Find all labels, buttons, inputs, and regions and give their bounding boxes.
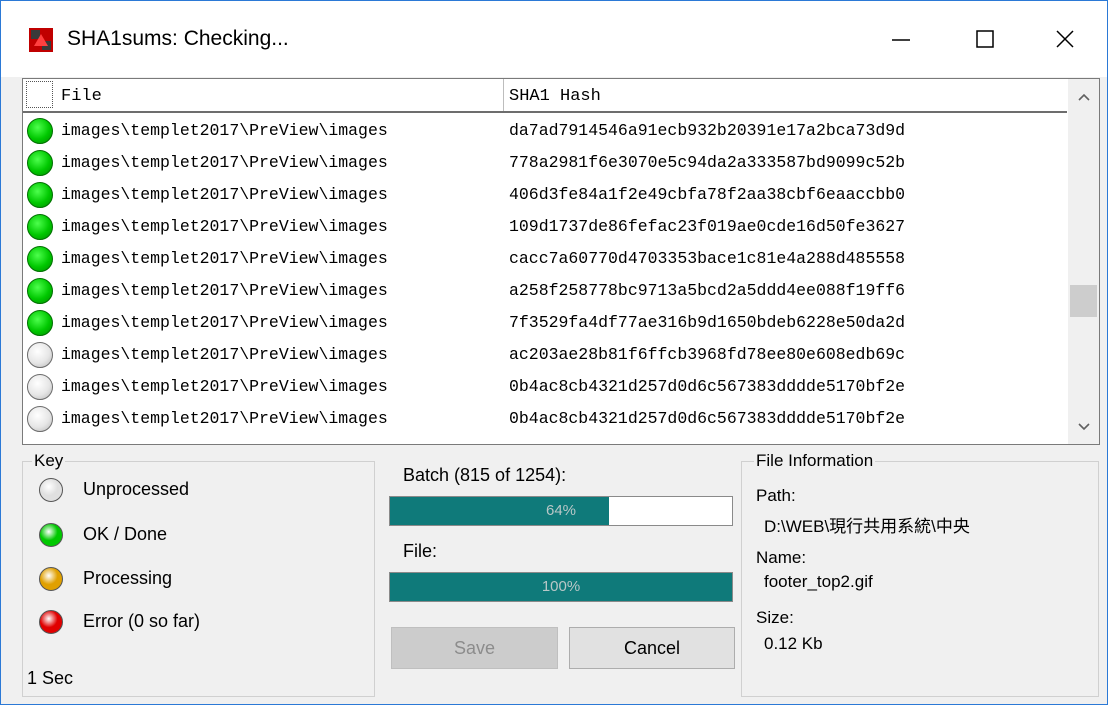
maximize-button[interactable] xyxy=(943,1,1027,77)
file-cell: images\templet2017\PreView\images xyxy=(61,249,388,268)
file-cell: images\templet2017\PreView\images xyxy=(61,217,388,236)
hash-cell: a258f258778bc9713a5bcd2a5ddd4ee088f19ff6 xyxy=(509,281,906,300)
key-label-ok: OK / Done xyxy=(83,524,168,544)
file-cell: images\templet2017\PreView\images xyxy=(61,185,388,204)
table-row[interactable]: images\templet2017\PreView\images 7f3529f… xyxy=(23,307,1067,339)
hash-cell: ac203ae28b81f6ffcb3968fd78ee80e608edb69c xyxy=(509,345,906,364)
file-information-group: File Information Path: D:\WEB\現行共用系統\中央 … xyxy=(741,451,1099,697)
window-title: SHA1sums: Checking... xyxy=(67,27,289,50)
file-cell: images\templet2017\PreView\images xyxy=(61,313,388,332)
cancel-button[interactable]: Cancel xyxy=(569,627,735,669)
close-button[interactable] xyxy=(1023,1,1107,77)
batch-label: Batch (815 of 1254): xyxy=(403,465,567,485)
title-bar[interactable]: SHA1sums: Checking... xyxy=(1,1,1107,77)
chevron-up-icon xyxy=(1077,93,1090,101)
list-header: File SHA1 Hash xyxy=(23,79,1067,113)
hash-cell: 0b4ac8cb4321d257d0d6c567383dddde5170bf2e xyxy=(509,409,906,428)
file-cell: images\templet2017\PreView\images xyxy=(61,121,388,140)
batch-progress-bar: 64% xyxy=(389,496,733,526)
circle-green-icon xyxy=(27,214,53,240)
name-value: footer_top2.gif xyxy=(764,572,873,591)
file-cell: images\templet2017\PreView\images xyxy=(61,153,388,172)
circle-green-icon xyxy=(27,310,53,336)
file-cell: images\templet2017\PreView\images xyxy=(61,281,388,300)
key-group-label: Key xyxy=(32,451,66,471)
progress-area: Batch (815 of 1254): 64% File: 100% Save… xyxy=(389,461,735,691)
elapsed-time: 1 Sec xyxy=(27,668,74,688)
circle-green-icon xyxy=(27,118,53,144)
circle-gray-icon xyxy=(27,342,53,368)
close-icon xyxy=(1056,30,1074,48)
file-cell: images\templet2017\PreView\images xyxy=(61,345,388,364)
app-icon xyxy=(29,28,53,52)
chevron-down-icon xyxy=(1077,423,1090,431)
table-row[interactable]: images\templet2017\PreView\images ac203ae… xyxy=(23,339,1067,371)
minimize-icon xyxy=(892,39,910,41)
circle-red-icon xyxy=(39,610,63,634)
hash-cell: 406d3fe84a1f2e49cbfa78f2aa38cbf6eaaccbb0 xyxy=(509,185,906,204)
circle-green-icon xyxy=(27,278,53,304)
hash-cell: 109d1737de86fefac23f019ae0cde16d50fe3627 xyxy=(509,217,906,236)
file-information-label: File Information xyxy=(754,451,876,471)
table-row[interactable]: images\templet2017\PreView\images 778a298… xyxy=(23,147,1067,179)
circle-green-icon xyxy=(27,182,53,208)
key-group: Key Unprocessed OK / Done Processing Err… xyxy=(22,451,375,697)
table-row[interactable]: images\templet2017\PreView\images 0b4ac8c… xyxy=(23,403,1067,435)
circle-green-icon xyxy=(27,150,53,176)
path-value: D:\WEB\現行共用系統\中央 xyxy=(764,517,970,536)
table-row[interactable]: images\templet2017\PreView\images 0b4ac8c… xyxy=(23,371,1067,403)
column-header-hash[interactable]: SHA1 Hash xyxy=(509,79,1059,111)
scroll-down-button[interactable] xyxy=(1068,415,1099,439)
file-progress-bar: 100% xyxy=(389,572,733,602)
path-label: Path: xyxy=(756,486,796,505)
select-all-checkbox[interactable] xyxy=(26,81,53,108)
minimize-button[interactable] xyxy=(859,1,943,77)
scroll-thumb[interactable] xyxy=(1070,285,1097,317)
batch-progress-text: 64% xyxy=(545,502,577,519)
circle-gray-icon xyxy=(27,406,53,432)
file-cell: images\templet2017\PreView\images xyxy=(61,409,388,428)
circle-orange-icon xyxy=(39,567,63,591)
sha1sums-window: SHA1sums: Checking... File SHA1 Hash ima… xyxy=(0,0,1108,705)
hash-cell: 7f3529fa4df77ae316b9d1650bdeb6228e50da2d xyxy=(509,313,906,332)
table-row[interactable]: images\templet2017\PreView\images da7ad79… xyxy=(23,115,1067,147)
list-rows: images\templet2017\PreView\images da7ad79… xyxy=(23,115,1067,435)
table-row[interactable]: images\templet2017\PreView\images 406d3fe… xyxy=(23,179,1067,211)
file-progress-label: File: xyxy=(403,541,438,561)
circle-gray-icon xyxy=(27,374,53,400)
table-row[interactable]: images\templet2017\PreView\images a258f25… xyxy=(23,275,1067,307)
key-label-error: Error (0 so far) xyxy=(83,611,201,631)
key-label-unprocessed: Unprocessed xyxy=(83,479,190,499)
column-header-file[interactable]: File xyxy=(61,79,504,111)
key-label-processing: Processing xyxy=(83,568,173,588)
size-label: Size: xyxy=(756,608,794,627)
file-list[interactable]: File SHA1 Hash images\templet2017\PreVie… xyxy=(22,78,1100,445)
circle-gray-icon xyxy=(39,478,63,502)
scroll-up-button[interactable] xyxy=(1068,85,1099,109)
hash-cell: da7ad7914546a91ecb932b20391e17a2bca73d9d xyxy=(509,121,906,140)
circle-green-icon xyxy=(39,523,63,547)
file-progress-text: 100% xyxy=(541,578,581,595)
size-value: 0.12 Kb xyxy=(764,634,823,653)
file-cell: images\templet2017\PreView\images xyxy=(61,377,388,396)
hash-cell: 0b4ac8cb4321d257d0d6c567383dddde5170bf2e xyxy=(509,377,906,396)
hash-cell: cacc7a60770d4703353bace1c81e4a288d485558 xyxy=(509,249,906,268)
table-row[interactable]: images\templet2017\PreView\images 109d173… xyxy=(23,211,1067,243)
name-label: Name: xyxy=(756,548,807,567)
hash-cell: 778a2981f6e3070e5c94da2a333587bd9099c52b xyxy=(509,153,906,172)
maximize-icon xyxy=(976,30,994,48)
vertical-scrollbar[interactable] xyxy=(1068,79,1099,444)
table-row[interactable]: images\templet2017\PreView\images cacc7a6… xyxy=(23,243,1067,275)
save-button[interactable]: Save xyxy=(391,627,558,669)
circle-green-icon xyxy=(27,246,53,272)
